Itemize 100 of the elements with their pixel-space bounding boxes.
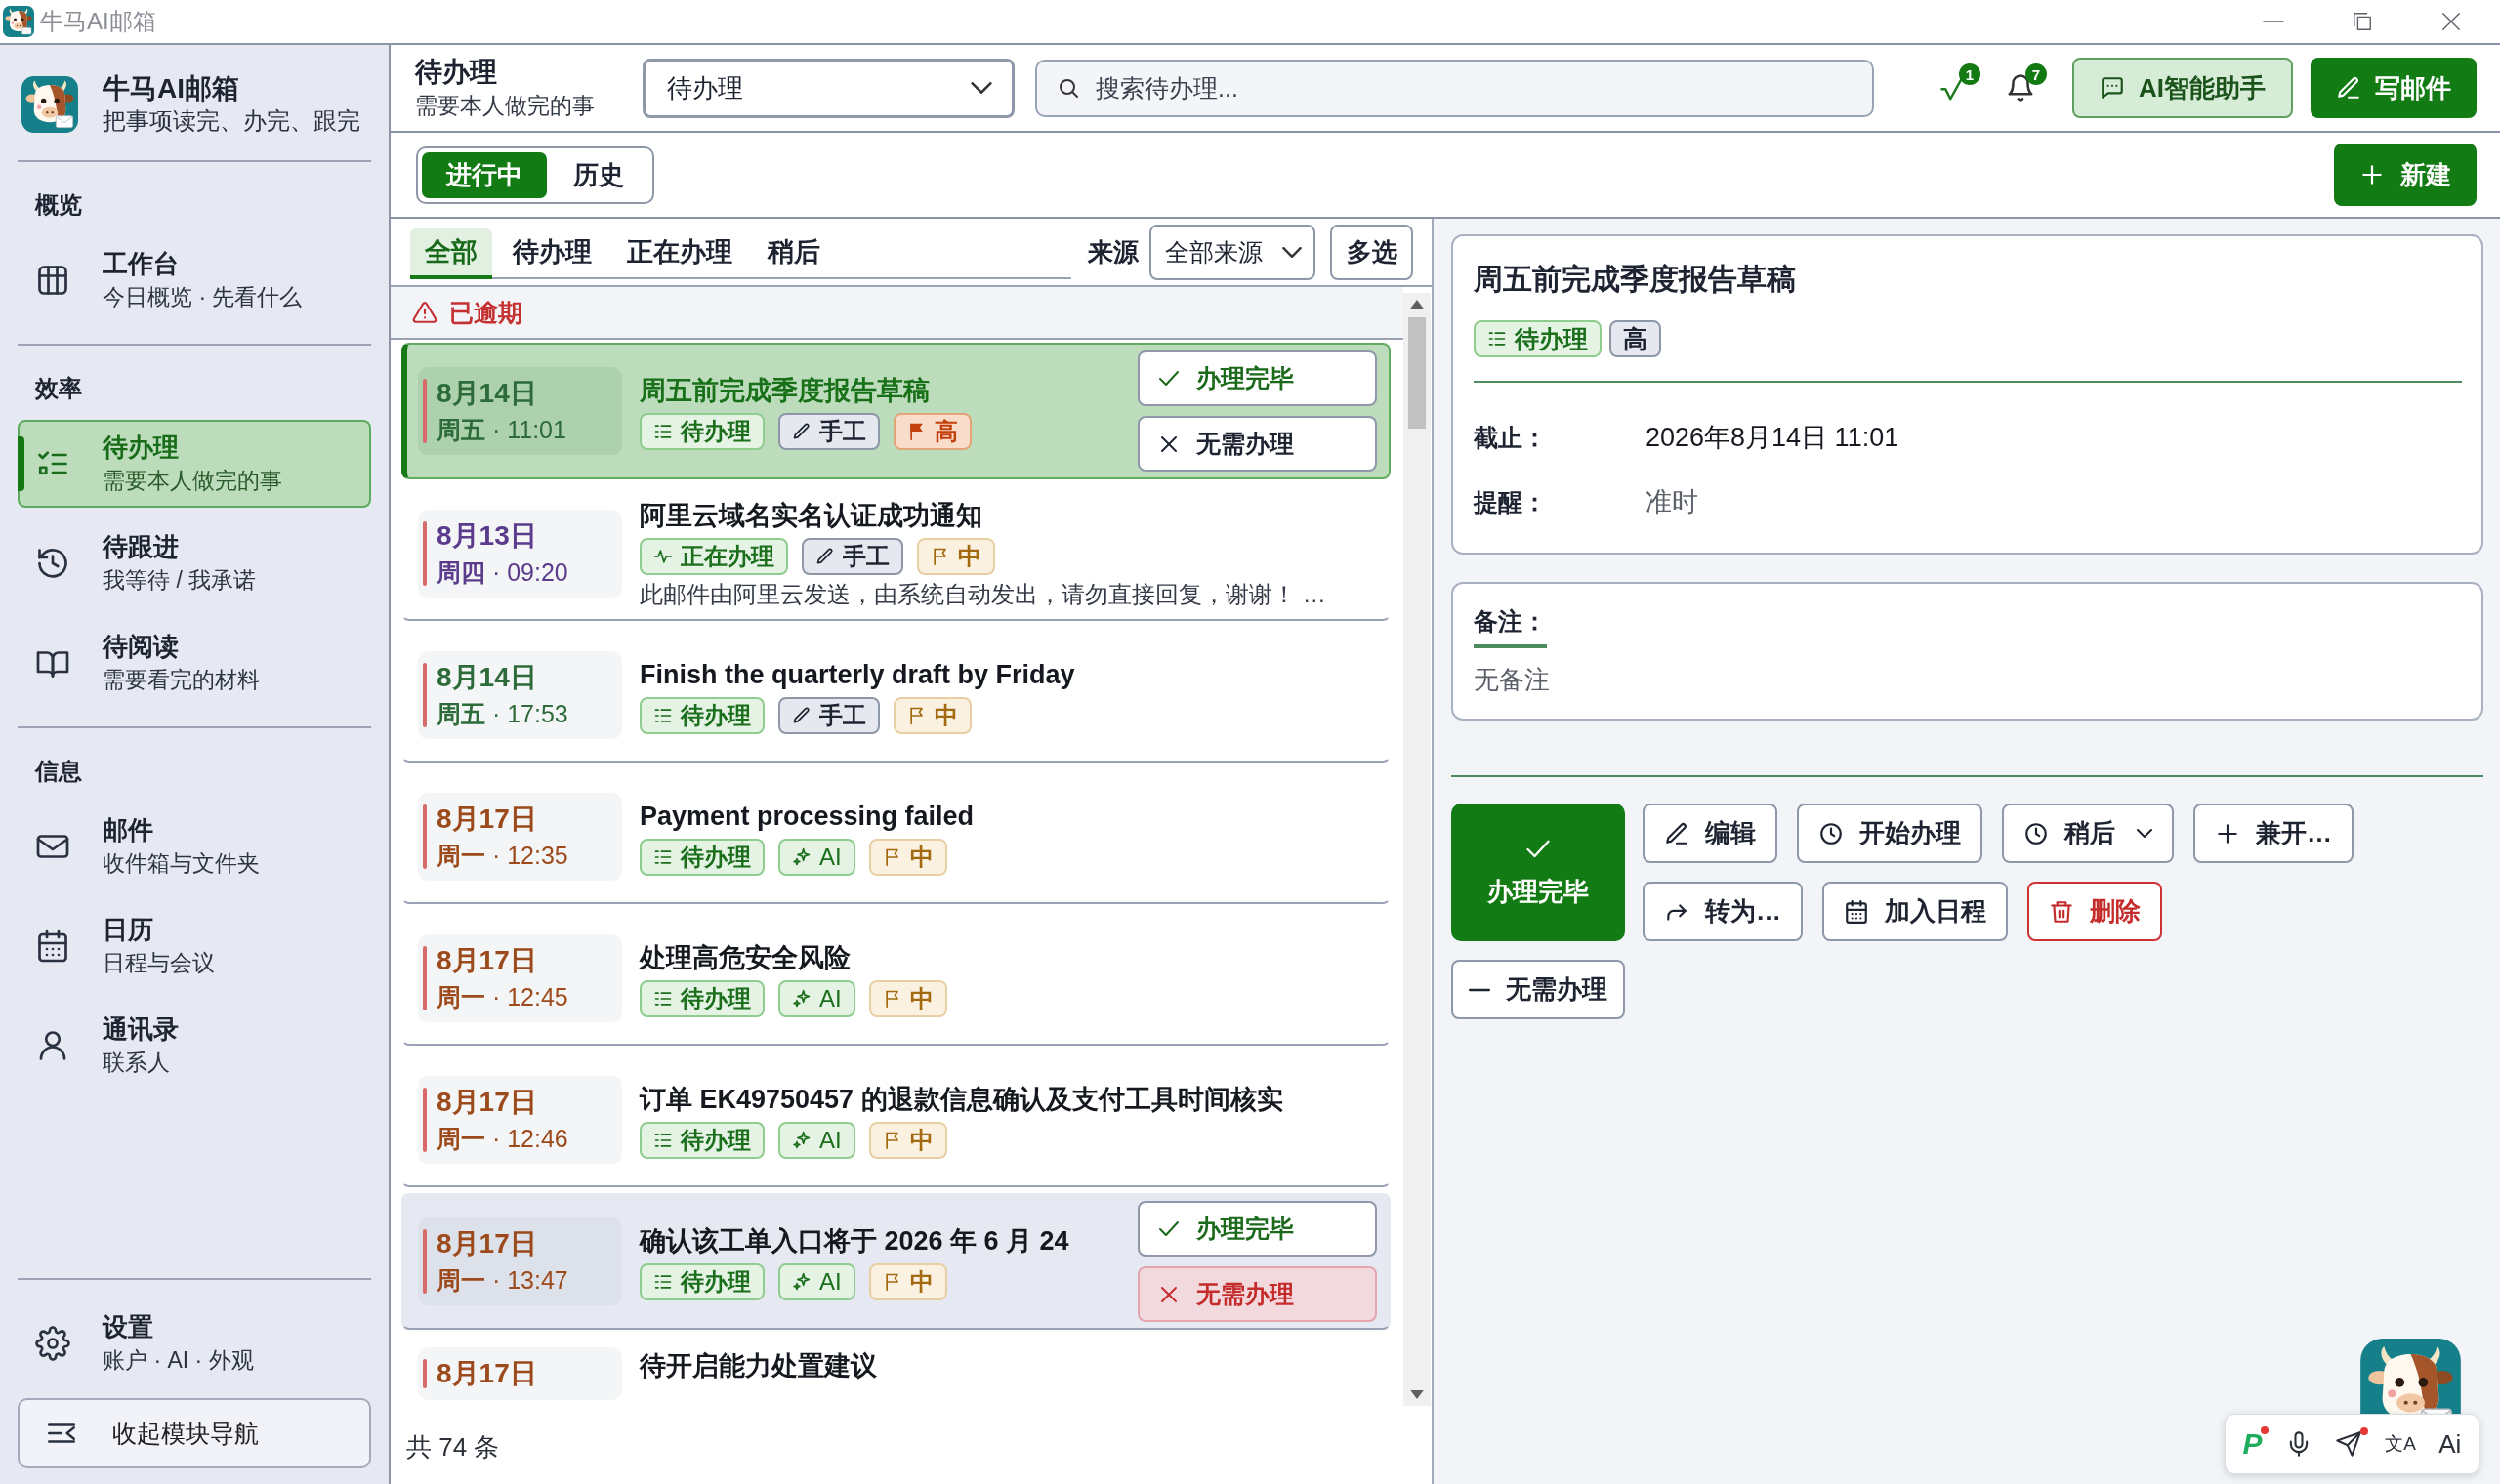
convert-button[interactable]: 转为… <box>1643 882 1803 941</box>
task-row[interactable]: 8月17日 周一 · 13:47 确认该工单入口将于 2026 年 6 月 24 待办理 AI 中 办理完毕 无需办理 <box>401 1193 1391 1330</box>
segment-tab[interactable]: 进行中 <box>422 151 547 198</box>
accent-bar <box>423 1229 427 1294</box>
window-title: 牛马AI邮箱 <box>40 7 156 36</box>
scroll-down-icon[interactable] <box>1410 1390 1424 1399</box>
calendar-icon <box>1844 898 1869 925</box>
cow-mascot-icon[interactable] <box>2360 1339 2461 1414</box>
pencil-icon <box>815 546 835 566</box>
nav-item[interactable]: 待办理 需要本人做完的事 <box>18 420 371 508</box>
tag-label: 中 <box>909 1125 934 1155</box>
paper-plane-icon[interactable] <box>2335 1430 2363 1458</box>
due-date: 8月17日 <box>437 1357 538 1390</box>
tag-label: 高 <box>1623 323 1647 354</box>
dismiss-button[interactable]: 无需办理 <box>1451 960 1625 1019</box>
tag-label: 中 <box>909 983 934 1013</box>
accent-bar <box>423 1359 427 1388</box>
nav-item[interactable]: 邮件 收件箱与文件夹 <box>18 803 371 890</box>
pencil-icon <box>792 705 812 725</box>
tag-label: AI <box>819 984 842 1012</box>
tag-label: 待办理 <box>681 1125 751 1155</box>
filter-tab[interactable]: 全部 <box>410 228 492 279</box>
collapse-nav-button[interactable]: 收起模块导航 <box>18 1398 371 1468</box>
edit-button[interactable]: 编辑 <box>1643 804 1777 863</box>
tag-label: 待办理 <box>681 700 751 730</box>
due-date: 8月13日 <box>437 518 538 553</box>
task-row[interactable]: 8月14日 周五 · 11:01 周五前完成季度报告草稿 待办理 手工 高 办理完毕 无需办理 <box>401 343 1391 479</box>
snooze-button[interactable]: 稍后 <box>2002 804 2174 863</box>
table-icon <box>35 263 70 298</box>
tag-label: 正在办理 <box>681 541 774 571</box>
scrollbar-thumb[interactable] <box>1408 317 1426 429</box>
close-icon[interactable] <box>2440 11 2462 32</box>
sparkle-icon <box>792 1272 812 1292</box>
field-label: 截止： <box>1474 423 1548 453</box>
tag-label: 中 <box>909 842 934 872</box>
segment-tab[interactable]: 历史 <box>549 151 648 198</box>
detail-title: 周五前完成季度报告草稿 <box>1474 262 1797 297</box>
done-button[interactable]: 办理完毕 <box>1138 350 1377 406</box>
nav-item[interactable]: 通讯录 联系人 <box>18 1002 371 1090</box>
trash-icon <box>2049 898 2074 925</box>
field-value: 准时 <box>1646 486 1699 518</box>
search-field[interactable]: 搜索待办理... <box>1035 59 1874 117</box>
task-title: 阿里云域名实名认证成功通知 <box>640 499 983 532</box>
count-badge: 7 <box>2025 63 2047 85</box>
tag-label: 待办理 <box>681 417 751 446</box>
start-button[interactable]: 开始办理 <box>1797 804 1982 863</box>
new-button[interactable]: 新建 <box>2334 144 2477 206</box>
view-select[interactable]: 待办理 <box>643 58 1015 118</box>
nav-item[interactable]: 设置 账户 · AI · 外观 <box>18 1299 371 1387</box>
nav-item[interactable]: 工作台 今日概览 · 先看什么 <box>18 236 371 324</box>
filter-tab[interactable]: 稍后 <box>753 228 835 279</box>
due-date: 8月14日 <box>437 660 538 694</box>
sparkle-icon <box>792 988 812 1009</box>
source-select[interactable]: 全部来源 <box>1149 224 1315 280</box>
sparkle-icon <box>792 846 812 867</box>
due-date: 8月17日 <box>437 802 538 836</box>
task-title: Payment processing failed <box>640 800 976 833</box>
restore-icon[interactable] <box>2352 11 2373 32</box>
due-date: 8月14日 <box>437 377 538 410</box>
tag-label: 手工 <box>819 700 866 730</box>
plus-icon <box>2359 162 2385 187</box>
done-button[interactable]: 办理完毕 <box>1138 1201 1377 1257</box>
dismiss-button[interactable]: 无需办理 <box>1138 416 1377 472</box>
tag-label: 待办理 <box>681 842 751 872</box>
clock-icon <box>2023 820 2049 846</box>
nav-item[interactable]: 日历 日程与会议 <box>18 902 371 990</box>
chat-icon <box>2100 75 2125 101</box>
group-label: 已逾期 <box>449 297 522 328</box>
field-value: 2026年8月14日 11:01 <box>1646 422 1900 454</box>
add-button[interactable]: 兼开… <box>2193 804 2354 863</box>
ai-button[interactable]: Ai <box>2438 1429 2462 1459</box>
item-count: 共 74 条 <box>406 1431 500 1463</box>
selection-bar <box>18 436 24 491</box>
complete-button[interactable]: 办理完毕 <box>1451 804 1625 941</box>
delete-button[interactable]: 删除 <box>2027 882 2162 941</box>
scrollbar[interactable] <box>1403 293 1431 1406</box>
scroll-up-icon[interactable] <box>1410 300 1424 309</box>
filter-tab[interactable]: 正在办理 <box>612 228 747 279</box>
due-time: 周一 · 12:35 <box>437 840 569 871</box>
tag-label: 中 <box>935 700 958 730</box>
schedule-button[interactable]: 加入日程 <box>1822 882 2008 941</box>
compose-button[interactable]: 写邮件 <box>2311 58 2477 118</box>
due-time: 周五 · 17:53 <box>437 698 569 729</box>
settings-icon <box>35 1326 70 1361</box>
chevron-down-icon <box>2137 829 2152 838</box>
filter-tab[interactable]: 待办理 <box>498 228 606 279</box>
pencil-icon <box>2336 75 2361 101</box>
dismiss-button[interactable]: 无需办理 <box>1138 1266 1377 1322</box>
accent-bar <box>423 379 427 443</box>
multi-select-button[interactable]: 多选 <box>1330 224 1413 280</box>
nav-item[interactable]: 待跟进 我等待 / 我承诺 <box>18 519 371 607</box>
ai-assistant-button[interactable]: AI智能助手 <box>2072 58 2293 118</box>
field-label: 提醒： <box>1474 487 1548 517</box>
tag-label: 手工 <box>843 541 890 571</box>
due-time: 周一 · 12:46 <box>437 1123 569 1154</box>
task-snippet: 此邮件由阿里云发送，由系统自动发出，请勿直接回复，谢谢！ … <box>640 579 1327 609</box>
nav-item[interactable]: 待阅读 需要看完的材料 <box>18 619 371 707</box>
chevron-down-icon <box>971 82 992 94</box>
translate-button[interactable]: 文A <box>2385 1429 2416 1459</box>
source-label: 来源 <box>1088 235 1139 268</box>
